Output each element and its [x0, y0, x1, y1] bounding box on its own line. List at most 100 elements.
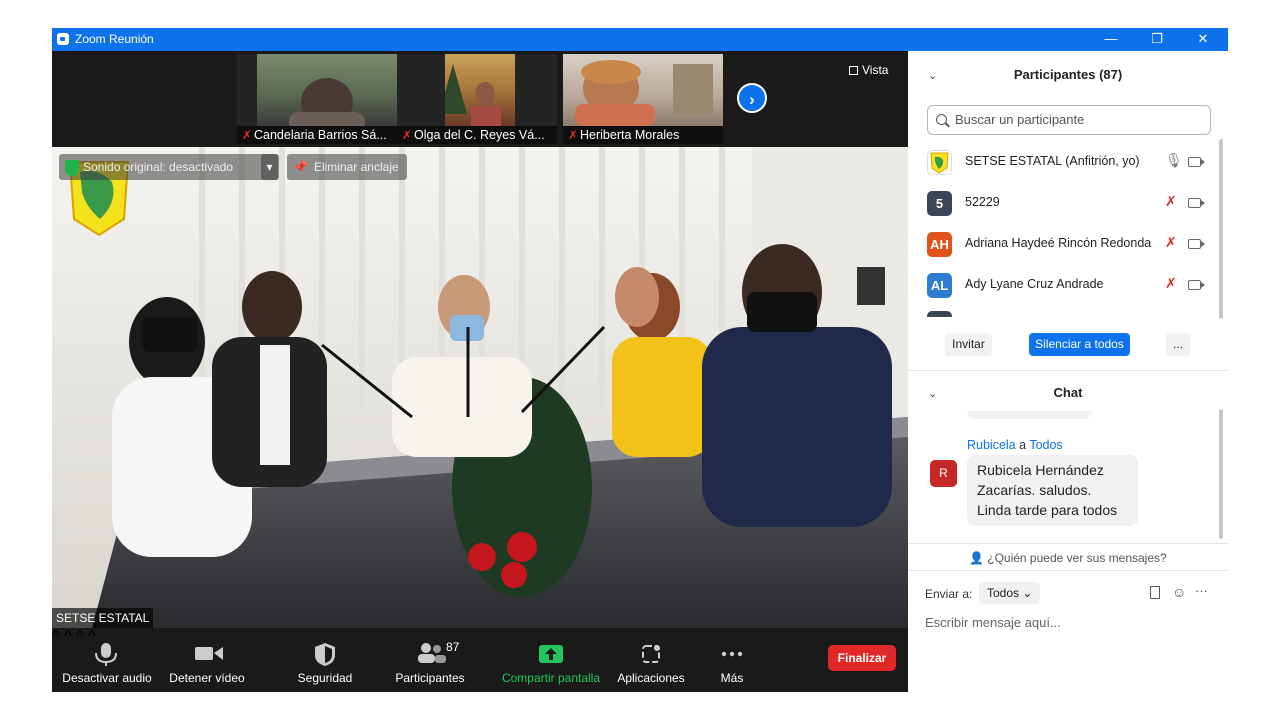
- participants-button[interactable]: 87 Participantes: [380, 628, 480, 692]
- participant-name: Olga del C. Reyes Vá...: [414, 128, 545, 142]
- stop-video-button[interactable]: Detener vídeo: [157, 628, 257, 692]
- muted-mic-icon: ✗: [241, 128, 253, 142]
- original-sound-dropdown[interactable]: ▾: [261, 154, 278, 180]
- more-dots-icon: [721, 651, 743, 657]
- participants-label: Participantes: [395, 671, 465, 685]
- person-silhouette: [575, 60, 713, 126]
- send-to-dropdown[interactable]: Todos ⌄: [979, 582, 1041, 604]
- panel-divider: [908, 370, 1228, 371]
- participant-name-bar: ✗ Olga del C. Reyes Vá...: [397, 126, 557, 144]
- mute-all-button[interactable]: Silenciar a todos: [1029, 333, 1130, 356]
- zoom-window: Zoom Reunión — ❐ ✕ ✗ Candelaria Barrios S…: [52, 28, 1228, 692]
- original-sound-label: Sonido original: desactivado: [83, 160, 234, 174]
- side-panel: ⌄ Participantes (87) Buscar un participa…: [908, 51, 1228, 692]
- participant-thumbnail[interactable]: ✗ Candelaria Barrios Sá...: [237, 54, 397, 144]
- chat-message-input[interactable]: Escribir mensaje aquí...: [925, 615, 1061, 630]
- meeting-toolbar: Desactivar audio ^ Detener vídeo ^ Segur…: [52, 628, 908, 692]
- who-can-see-link[interactable]: 👤 ¿Quién puede ver sus mensajes?: [908, 551, 1228, 565]
- security-label: Seguridad: [297, 671, 353, 685]
- person-lock-icon: 👤: [969, 551, 985, 565]
- unpin-label: Eliminar anclaje: [313, 160, 399, 174]
- participant-thumbnail[interactable]: ✗ Heriberta Morales: [563, 54, 723, 144]
- video-stage: ✗ Candelaria Barrios Sá... ✗ Olga del C. R…: [52, 51, 908, 692]
- chat-input-divider: [908, 570, 1228, 571]
- participant-row[interactable]: 5 52229 ✗: [908, 182, 1220, 223]
- unpin-button[interactable]: 📌 Eliminar anclaje: [287, 154, 407, 180]
- participants-scrollbar[interactable]: [1219, 139, 1223, 319]
- who-can-see-label: ¿Quién puede ver sus mensajes?: [987, 551, 1167, 565]
- muted-mic-icon[interactable]: ✗: [1165, 234, 1177, 251]
- partial-avatar: [927, 311, 952, 317]
- thumbnail-strip: ✗ Candelaria Barrios Sá... ✗ Olga del C. R…: [52, 51, 908, 147]
- avatar: 5: [927, 191, 952, 216]
- meeting-room-scene: [52, 147, 908, 628]
- video-camera-icon[interactable]: [1188, 157, 1205, 167]
- microphone-icon: [95, 643, 117, 666]
- microphone-icon[interactable]: 🎙: [1165, 152, 1183, 169]
- person-silhouette: [289, 78, 365, 132]
- mute-audio-button[interactable]: Desactivar audio: [57, 628, 157, 692]
- muted-mic-icon[interactable]: ✗: [1165, 275, 1177, 292]
- participants-more-button[interactable]: ...: [1166, 333, 1190, 356]
- recipient-name: Todos: [1029, 438, 1063, 452]
- send-to-value: Todos: [987, 586, 1020, 600]
- participant-name-bar: ✗ Candelaria Barrios Sá...: [237, 126, 397, 144]
- participant-row[interactable]: AH Adriana Haydeé Rincón Redonda ✗: [908, 223, 1220, 264]
- video-camera-icon[interactable]: [1188, 239, 1205, 249]
- view-label: Vista: [862, 63, 889, 77]
- active-speaker-video: Sonido original: desactivado ▾ 📌 Eliminar…: [52, 147, 908, 628]
- minimize-button[interactable]: —: [1088, 28, 1134, 51]
- window-title: Zoom Reunión: [75, 32, 154, 46]
- security-button[interactable]: Seguridad: [275, 628, 375, 692]
- emoji-icon[interactable]: ☺: [1172, 584, 1186, 600]
- chat-message-bubble: Rubicela Hernández Zacarías. saludos. Li…: [967, 455, 1138, 526]
- to-word: a: [1019, 438, 1027, 452]
- participant-name: Candelaria Barrios Sá...: [254, 128, 387, 142]
- invite-button[interactable]: Invitar: [945, 333, 992, 356]
- participant-search-input[interactable]: Buscar un participante: [927, 105, 1211, 135]
- participant-name: Ady Lyane Cruz Andrade: [965, 277, 1104, 291]
- participants-title: Participantes (87): [1013, 67, 1123, 82]
- file-icon[interactable]: [1150, 586, 1160, 599]
- participant-row[interactable]: SETSE ESTATAL (Anfitrión, yo) 🎙: [908, 141, 1220, 182]
- chat-message-line: Zacarías. saludos.: [977, 482, 1092, 498]
- more-button[interactable]: Más: [682, 628, 782, 692]
- muted-mic-icon[interactable]: ✗: [1165, 193, 1177, 210]
- chevron-down-icon: ⌄: [1022, 586, 1033, 600]
- search-placeholder: Buscar un participante: [955, 112, 1085, 127]
- speaker-name-label: SETSE ESTATAL: [52, 608, 154, 628]
- chat-avatar: R: [930, 460, 957, 487]
- video-camera-icon: [195, 647, 223, 660]
- restore-button[interactable]: ❐: [1134, 28, 1180, 51]
- chevron-down-icon: ▾: [266, 160, 273, 174]
- previous-message-bubble: [967, 411, 1092, 419]
- title-bar: Zoom Reunión — ❐ ✕: [52, 28, 1228, 51]
- view-button[interactable]: Vista: [849, 63, 888, 77]
- search-icon: [936, 114, 947, 125]
- original-sound-button[interactable]: Sonido original: desactivado: [59, 154, 279, 180]
- close-button[interactable]: ✕: [1180, 28, 1226, 51]
- send-to-label: Enviar a:: [925, 587, 973, 601]
- participant-row[interactable]: AL Ady Lyane Cruz Andrade ✗: [908, 264, 1220, 305]
- end-meeting-button[interactable]: Finalizar: [828, 645, 896, 671]
- chat-message-line: Linda tarde para todos: [977, 502, 1118, 518]
- video-camera-icon[interactable]: [1188, 198, 1205, 208]
- more-label: Más: [720, 671, 744, 685]
- participant-name: Adriana Haydeé Rincón Redonda: [965, 236, 1152, 250]
- grid-icon: [849, 66, 858, 75]
- video-camera-icon[interactable]: [1188, 280, 1205, 290]
- next-page-button[interactable]: ›: [737, 83, 767, 113]
- chat-more-icon[interactable]: ···: [1195, 583, 1208, 598]
- setse-logo-icon: [930, 152, 949, 174]
- participant-thumbnail[interactable]: ✗ Olga del C. Reyes Vá...: [397, 54, 557, 144]
- avatar: AL: [927, 273, 952, 298]
- chat-title: Chat: [1053, 385, 1083, 400]
- share-screen-button[interactable]: Compartir pantalla: [501, 628, 601, 692]
- video-frame: [257, 54, 397, 132]
- chat-scrollbar[interactable]: [1219, 409, 1223, 539]
- participant-name-bar: ✗ Heriberta Morales: [563, 126, 723, 144]
- person-silhouette: [439, 64, 501, 126]
- shield-check-icon: [65, 159, 79, 176]
- muted-mic-icon: ✗: [401, 128, 413, 142]
- participant-name: 52229: [965, 195, 1000, 209]
